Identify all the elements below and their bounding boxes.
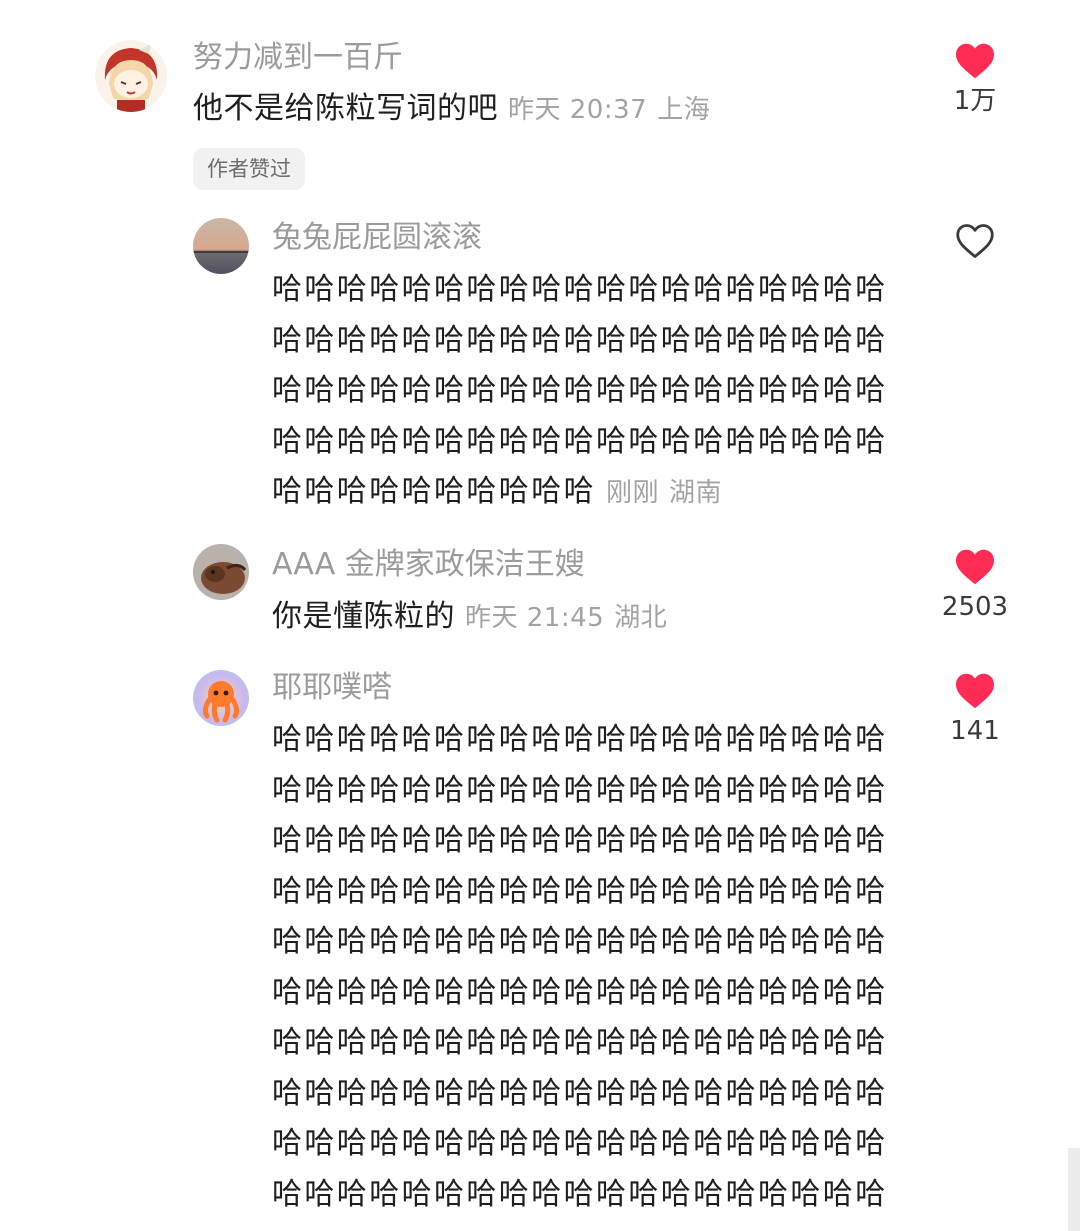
comment-line: 哈哈哈哈哈哈哈哈哈哈哈哈哈哈哈哈哈哈哈 — [272, 1075, 888, 1111]
comment-item: AAA 金牌家政保洁王嫂 你是懂陈粒的 昨天 21:45 湖北 2503 — [0, 530, 1080, 650]
like-button[interactable]: 1万 — [920, 42, 1030, 118]
avatar-image — [193, 544, 249, 600]
comment-text: 你是懂陈粒的 — [272, 599, 455, 634]
comment-time: 刚刚 — [606, 478, 660, 508]
heart-filled-icon[interactable] — [954, 672, 996, 710]
like-count: 141 — [950, 716, 1000, 746]
like-button[interactable]: 141 — [920, 672, 1030, 748]
comment-body: 你是懂陈粒的 昨天 21:45 湖北 — [272, 592, 667, 643]
comment-meta: 昨天 20:37 上海 — [508, 95, 710, 125]
avatar[interactable] — [193, 544, 249, 600]
comment-username[interactable]: 努力减到一百斤 — [193, 38, 403, 78]
author-liked-badge: 作者赞过 — [193, 148, 305, 190]
avatar[interactable] — [193, 218, 249, 274]
comment-body: 哈哈哈哈哈哈哈哈哈哈哈哈哈哈哈哈哈哈哈 哈哈哈哈哈哈哈哈哈哈哈哈哈哈哈哈哈哈哈 … — [272, 265, 888, 518]
comment-text: 哈哈哈哈哈哈哈哈哈哈 — [272, 474, 596, 509]
comment-body: 他不是给陈粒写词的吧 昨天 20:37 上海 — [193, 84, 710, 135]
comment-line: 你是懂陈粒的 昨天 21:45 湖北 — [272, 592, 667, 643]
comment-location: 湖北 — [614, 603, 668, 633]
comment-item: 耶耶噗嗒 哈哈哈哈哈哈哈哈哈哈哈哈哈哈哈哈哈哈哈 哈哈哈哈哈哈哈哈哈哈哈哈哈哈哈… — [0, 650, 1080, 1231]
comment-line: 哈哈哈哈哈哈哈哈哈哈哈哈哈哈哈哈哈哈哈 — [272, 823, 888, 858]
comment-item: 兔兔屁屁圆滚滚 哈哈哈哈哈哈哈哈哈哈哈哈哈哈哈哈哈哈哈 哈哈哈哈哈哈哈哈哈哈哈哈… — [0, 200, 1080, 530]
comment-line: 哈哈哈哈哈哈哈哈哈哈哈哈哈哈哈哈哈哈哈 — [272, 322, 888, 358]
comment-line: 哈哈哈哈哈哈哈哈哈哈哈哈哈哈哈哈哈哈哈 — [272, 722, 888, 757]
heart-filled-icon[interactable] — [954, 42, 996, 80]
comment-username[interactable]: AAA 金牌家政保洁王嫂 — [272, 545, 585, 585]
comment-location: 湖南 — [669, 478, 723, 508]
scrollbar[interactable] — [1068, 1148, 1080, 1231]
comment-text: 他不是给陈粒写词的吧 — [193, 91, 498, 126]
comment-line: 哈哈哈哈哈哈哈哈哈哈哈哈哈哈哈哈哈哈哈 — [272, 1025, 888, 1060]
heart-outline-icon[interactable] — [954, 222, 996, 260]
comment-line: 哈哈哈哈哈哈哈哈哈哈哈哈哈哈哈哈哈哈哈 — [272, 373, 888, 408]
like-button[interactable]: 2503 — [920, 548, 1030, 624]
like-count: 1万 — [953, 86, 997, 116]
comment-line: 哈哈哈哈哈哈哈哈哈哈哈哈哈哈哈哈哈哈哈 — [272, 1126, 888, 1161]
comment-line: 哈哈哈哈哈哈哈哈哈哈哈哈哈哈哈哈哈哈哈 — [272, 924, 888, 959]
avatar-image — [193, 218, 249, 274]
comment-line: 他不是给陈粒写词的吧 昨天 20:37 上海 — [193, 84, 710, 135]
comment-line: 哈哈哈哈哈哈哈哈哈哈哈哈哈哈哈哈哈哈哈 — [272, 423, 888, 459]
like-button[interactable] — [920, 222, 1030, 264]
like-count: 2503 — [941, 592, 1009, 622]
avatar[interactable] — [193, 670, 249, 726]
comment-item: 努力减到一百斤 他不是给陈粒写词的吧 昨天 20:37 上海 作者赞过 1万 — [0, 0, 1080, 200]
comment-line: 哈哈哈哈哈哈哈哈哈哈 刚刚 湖南 — [272, 467, 888, 518]
comment-meta: 昨天 21:45 湖北 — [465, 603, 667, 633]
avatar[interactable] — [95, 40, 167, 112]
comment-line: 哈哈哈哈哈哈哈哈哈哈哈哈哈哈哈哈哈哈哈 — [272, 873, 888, 909]
comment-username[interactable]: 耶耶噗嗒 — [272, 668, 392, 708]
comment-line: 哈哈哈哈哈哈哈哈哈哈哈哈哈哈哈哈哈哈哈 — [272, 272, 888, 307]
comment-line: 哈哈哈哈哈哈哈哈哈哈哈哈哈哈哈哈哈哈哈 — [272, 974, 888, 1010]
comment-meta: 刚刚 湖南 — [606, 478, 722, 508]
comment-username[interactable]: 兔兔屁屁圆滚滚 — [272, 218, 482, 258]
comment-time: 昨天 20:37 — [508, 95, 648, 125]
comment-line: 哈哈哈哈哈哈哈哈哈哈哈哈哈哈哈哈哈哈哈 — [272, 1176, 888, 1212]
heart-filled-icon[interactable] — [954, 548, 996, 586]
comment-time: 昨天 21:45 — [465, 603, 605, 633]
avatar-image — [193, 670, 249, 726]
comment-body: 哈哈哈哈哈哈哈哈哈哈哈哈哈哈哈哈哈哈哈 哈哈哈哈哈哈哈哈哈哈哈哈哈哈哈哈哈哈哈 … — [272, 715, 888, 1220]
avatar-image — [95, 40, 167, 112]
comment-location: 上海 — [657, 95, 711, 125]
comment-line: 哈哈哈哈哈哈哈哈哈哈哈哈哈哈哈哈哈哈哈 — [272, 772, 888, 808]
comment-list: 努力减到一百斤 他不是给陈粒写词的吧 昨天 20:37 上海 作者赞过 1万 兔… — [0, 0, 1080, 1231]
